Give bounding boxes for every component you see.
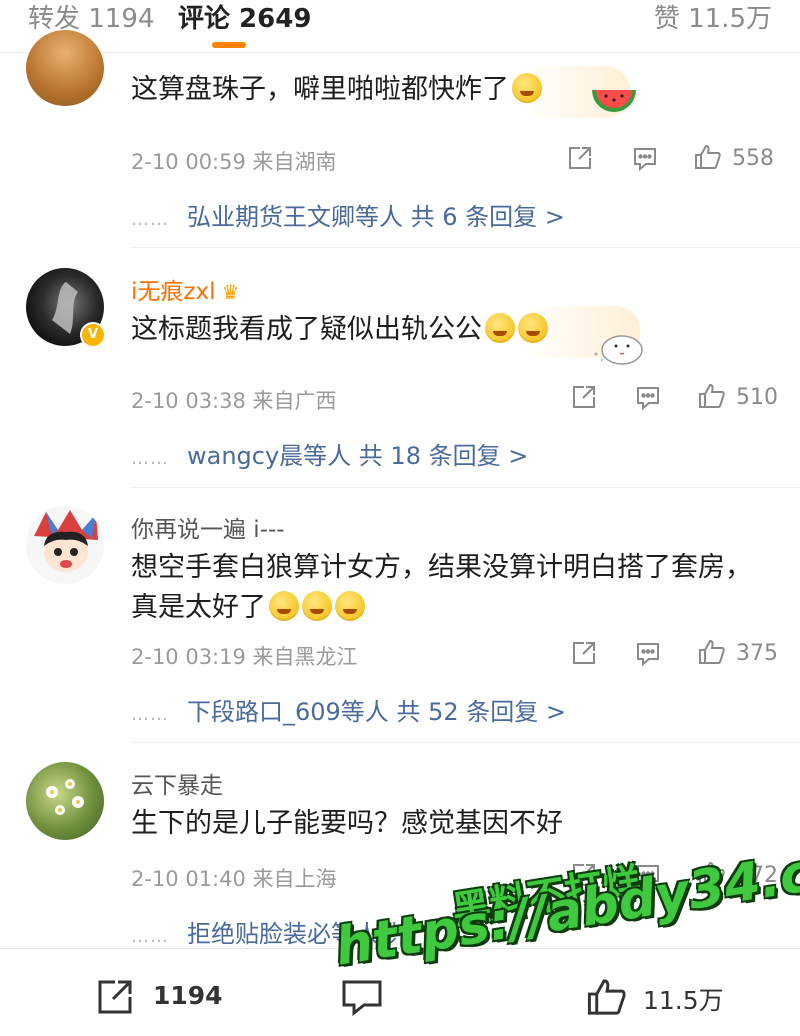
comment-text: 这标题我看成了疑似出轨公公 (131, 310, 771, 350)
comment-text: 这算盘珠子，噼里啪啦都快炸了 (131, 70, 771, 110)
comment-text: 想空手套白狼算计女方，结果没算计明白搭了套房，真是太好了 (131, 552, 752, 623)
thumbs-up-icon (587, 979, 626, 1015)
emoji-icon (518, 313, 548, 343)
view-replies-link[interactable]: …… 弘业期货王文卿等人 共 6 条回复 > (131, 197, 565, 232)
comment-meta: 2-10 01:40 来自上海 (131, 867, 337, 891)
share-icon[interactable] (570, 639, 598, 667)
repost-count: 1194 (153, 981, 223, 1010)
comment-icon[interactable] (634, 639, 662, 667)
avatar[interactable] (26, 30, 104, 106)
comment-icon[interactable] (634, 383, 662, 411)
username[interactable]: 云下暴走 (131, 766, 223, 800)
like-button[interactable]: 11.5万 (585, 975, 735, 1019)
avatar[interactable] (26, 762, 104, 840)
comment-meta: 2-10 03:19 来自黑龙江 (131, 645, 358, 669)
tab-likes[interactable]: 赞 11.5万 (654, 4, 772, 34)
like-count: 558 (732, 146, 774, 171)
username[interactable]: 你再说一遍 i--- (131, 510, 285, 544)
share-icon[interactable] (570, 383, 598, 411)
comment-divider (131, 742, 800, 743)
tab-repost[interactable]: 转发 1194 (28, 4, 154, 34)
thumbs-up-icon[interactable] (693, 142, 723, 172)
verified-badge-icon: V (80, 322, 106, 348)
comment-text: 生下的是儿子能要吗？感觉基因不好 (131, 808, 563, 839)
emoji-icon (485, 313, 515, 343)
comment-meta: 2-10 00:59 来自湖南 (131, 150, 337, 174)
laughing-emoji-icon (269, 591, 299, 621)
laughing-emoji-icon (335, 591, 365, 621)
view-replies-link[interactable]: …… wangcy晨等人 共 18 条回复 > (131, 436, 528, 471)
thumbs-up-icon[interactable] (697, 381, 727, 411)
comment-meta: 2-10 03:38 来自广西 (131, 389, 337, 413)
laughing-emoji-icon (302, 591, 332, 621)
share-icon (98, 980, 132, 1014)
watermelon-sticker-icon (592, 90, 636, 112)
thumbs-up-icon[interactable] (697, 637, 727, 667)
comment-tabs: 转发 1194 评论 2649 赞 11.5万 (0, 0, 800, 53)
username[interactable]: i无痕zxl ♛ (131, 272, 239, 306)
avatar[interactable] (26, 506, 104, 584)
share-icon[interactable] (566, 144, 594, 172)
comment-button[interactable] (340, 977, 388, 1017)
comment-divider (131, 247, 800, 248)
like-count: 375 (736, 641, 778, 666)
emoji-icon (512, 73, 542, 103)
tab-comments[interactable]: 评论 2649 (178, 4, 311, 34)
like-total: 11.5万 (643, 986, 724, 1015)
like-count: 510 (736, 385, 778, 410)
comment-icon[interactable] (631, 144, 659, 172)
repost-button[interactable]: 1194 (95, 977, 235, 1017)
comment-divider (131, 487, 800, 488)
sticker-icon (594, 335, 643, 365)
tab-active-indicator (212, 42, 246, 48)
view-replies-link[interactable]: …… 下段路口_609等人 共 52 条回复 > (131, 692, 566, 727)
comment-icon (342, 980, 382, 1017)
crown-icon: ♛ (221, 280, 240, 304)
